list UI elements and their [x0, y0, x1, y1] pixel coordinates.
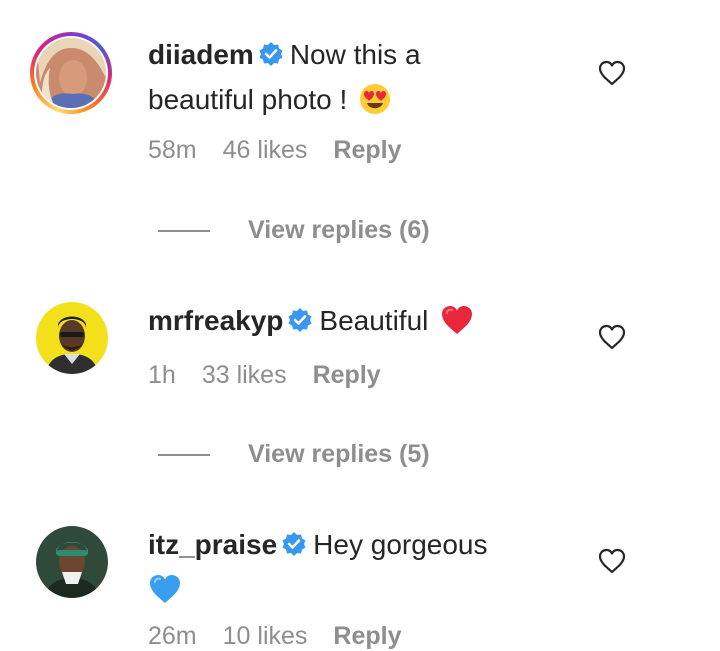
view-replies-label: View replies (6): [248, 216, 430, 244]
comment-likes[interactable]: 10 likes: [223, 622, 308, 651]
comment-username[interactable]: diiadem: [148, 39, 254, 70]
view-replies-button[interactable]: View replies (5): [158, 440, 430, 469]
comment-text: Beautiful: [319, 305, 429, 336]
reply-button[interactable]: Reply: [333, 622, 401, 651]
verified-badge-icon: [258, 37, 284, 79]
comment-username[interactable]: itz_praise: [148, 529, 277, 560]
comment-time: 1h: [148, 361, 176, 389]
like-heart-icon[interactable]: [598, 60, 626, 86]
comment-likes[interactable]: 46 likes: [223, 136, 308, 165]
heart-eyes-emoji-icon: [359, 83, 391, 127]
divider-line: [158, 229, 210, 232]
comment-likes[interactable]: 33 likes: [202, 361, 287, 390]
comment-time: 26m: [148, 622, 197, 650]
view-replies-label: View replies (5): [248, 440, 430, 468]
comment-username[interactable]: mrfreakyp: [148, 305, 283, 336]
blue-heart-emoji-icon: [148, 573, 182, 617]
reply-button[interactable]: Reply: [333, 136, 401, 165]
verified-badge-icon: [287, 303, 313, 345]
comment-text-continued: beautiful photo !: [148, 84, 348, 115]
verified-badge-icon: [281, 527, 307, 569]
avatar-story-ring[interactable]: [30, 32, 112, 114]
comment-meta: 58m 46 likes Reply: [148, 136, 402, 165]
red-heart-emoji-icon: [440, 304, 474, 348]
comment-text: Hey gorgeous: [313, 529, 488, 560]
avatar: [36, 38, 106, 108]
comment-text: Now this a: [289, 39, 421, 70]
avatar[interactable]: [36, 302, 108, 374]
avatar[interactable]: [36, 526, 108, 598]
comment-meta: 1h 33 likes Reply: [148, 361, 381, 390]
divider-line: [158, 453, 210, 456]
reply-button[interactable]: Reply: [313, 361, 381, 390]
comment-meta: 26m 10 likes Reply: [148, 622, 402, 651]
like-heart-icon[interactable]: [598, 324, 626, 350]
view-replies-button[interactable]: View replies (6): [158, 216, 430, 245]
like-heart-icon[interactable]: [598, 548, 626, 574]
comment-time: 58m: [148, 136, 197, 164]
